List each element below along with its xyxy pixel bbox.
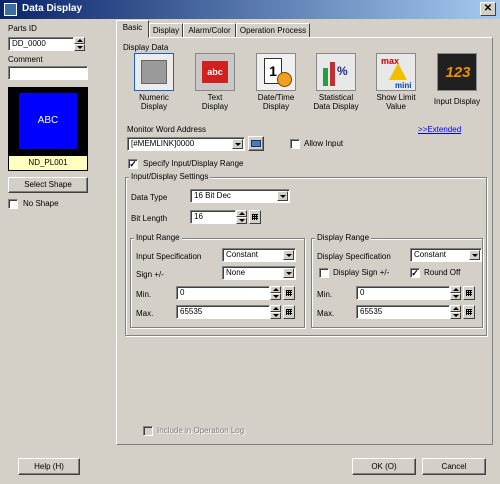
input-specification-select[interactable]: Constant: [222, 248, 296, 262]
input-min-field[interactable]: 0: [176, 286, 270, 300]
no-shape-checkbox[interactable]: [8, 199, 18, 209]
input-range-legend: Input Range: [134, 233, 182, 242]
input-display-settings-legend: Input/Display Settings: [129, 172, 211, 181]
parts-id-spinner[interactable]: [74, 37, 85, 51]
input-min-spinner[interactable]: [270, 286, 281, 300]
display-min-label: Min.: [317, 290, 333, 299]
display-max-spinner[interactable]: [450, 305, 461, 319]
parts-id-field[interactable]: DD_0000: [8, 37, 74, 51]
ok-button[interactable]: OK (O): [352, 458, 416, 475]
input-display-icon[interactable]: 123: [437, 53, 477, 91]
display-min-keypad-icon[interactable]: [463, 286, 475, 300]
comment-label: Comment: [8, 55, 43, 64]
sign-select[interactable]: None: [222, 266, 296, 280]
monitor-address-field[interactable]: [#MEMLINK]0000: [127, 137, 245, 151]
tab-basic[interactable]: Basic: [116, 20, 149, 38]
data-type-select[interactable]: 16 Bit Dec: [190, 189, 290, 203]
numeric-display-label: Numeric Display: [139, 93, 169, 111]
display-max-field[interactable]: 65535: [356, 305, 450, 319]
round-off-label: Round Off: [424, 268, 461, 277]
display-specification-select[interactable]: Constant: [410, 248, 482, 262]
bit-length-spinner[interactable]: [236, 210, 247, 224]
input-min-keypad-icon[interactable]: [283, 286, 295, 300]
date-time-display-icon[interactable]: 1: [256, 53, 296, 91]
address-input-button[interactable]: [248, 136, 264, 151]
data-type-label: Data Type: [131, 193, 168, 202]
input-display-label: Input Display: [433, 97, 481, 106]
display-min-spinner[interactable]: [450, 286, 461, 300]
sign-label: Sign +/-: [136, 270, 164, 279]
numeric-display-icon[interactable]: [134, 53, 174, 91]
specify-range-checkbox[interactable]: ✓: [128, 159, 138, 169]
specify-range-label: Specify Input/Display Range: [143, 159, 244, 168]
input-max-field[interactable]: 65535: [176, 305, 270, 319]
text-display-label: Text Display: [201, 93, 229, 111]
show-limit-value-icon[interactable]: max mini: [376, 53, 416, 91]
comment-field[interactable]: [8, 66, 88, 80]
input-min-label: Min.: [136, 290, 152, 299]
display-sign-label: Display Sign +/-: [333, 268, 390, 277]
display-range-legend: Display Range: [315, 233, 372, 242]
monitor-word-address-label: Monitor Word Address: [127, 125, 206, 134]
select-shape-button[interactable]: Select Shape: [8, 177, 88, 193]
display-min-field[interactable]: 0: [356, 286, 450, 300]
tab-alarm-color[interactable]: Alarm/Color: [183, 23, 236, 38]
app-icon: [4, 3, 17, 16]
show-limit-value-label: Show Limit Value: [376, 93, 416, 111]
input-max-label: Max.: [136, 309, 154, 318]
preview-name: ND_PL001: [8, 155, 88, 171]
no-shape-label: No Shape: [23, 199, 59, 208]
extended-link[interactable]: >>Extended: [418, 125, 461, 134]
input-max-spinner[interactable]: [270, 305, 281, 319]
allow-input-checkbox[interactable]: [290, 139, 300, 149]
bit-length-keypad-icon[interactable]: [249, 210, 261, 224]
shape-preview: ABC ND_PL001: [8, 87, 88, 171]
close-button[interactable]: ✕: [480, 2, 496, 16]
cancel-button[interactable]: Cancel: [422, 458, 486, 475]
display-max-label: Max.: [317, 309, 335, 318]
display-sign-checkbox[interactable]: [319, 268, 329, 278]
statistical-data-display-icon[interactable]: %: [316, 53, 356, 91]
bit-length-label: Bit Length: [131, 214, 168, 223]
window-title: Data Display: [22, 3, 83, 14]
operation-log-checkbox[interactable]: [143, 426, 153, 436]
date-time-display-label: Date/Time Display: [257, 93, 295, 111]
input-max-keypad-icon[interactable]: [283, 305, 295, 319]
statistical-data-display-label: Statistical Data Display: [313, 93, 359, 111]
round-off-checkbox[interactable]: ✓: [410, 268, 420, 278]
tab-display[interactable]: Display: [149, 23, 183, 38]
help-button[interactable]: Help (H): [18, 458, 80, 475]
text-display-icon[interactable]: abc: [195, 53, 235, 91]
allow-input-label: Allow Input: [304, 139, 344, 148]
input-specification-label: Input Specification: [136, 252, 202, 261]
display-data-label: Display Data: [123, 43, 169, 52]
display-max-keypad-icon[interactable]: [463, 305, 475, 319]
parts-id-label: Parts ID: [8, 24, 37, 33]
preview-shape: ABC: [19, 93, 77, 149]
bit-length-field[interactable]: 16: [190, 210, 236, 224]
title-bar: Data Display ✕: [0, 0, 500, 19]
tab-operation-process[interactable]: Operation Process: [236, 23, 310, 38]
display-specification-label: Display Specification: [317, 252, 391, 261]
operation-log-label: Include in Operation Log: [157, 426, 245, 435]
